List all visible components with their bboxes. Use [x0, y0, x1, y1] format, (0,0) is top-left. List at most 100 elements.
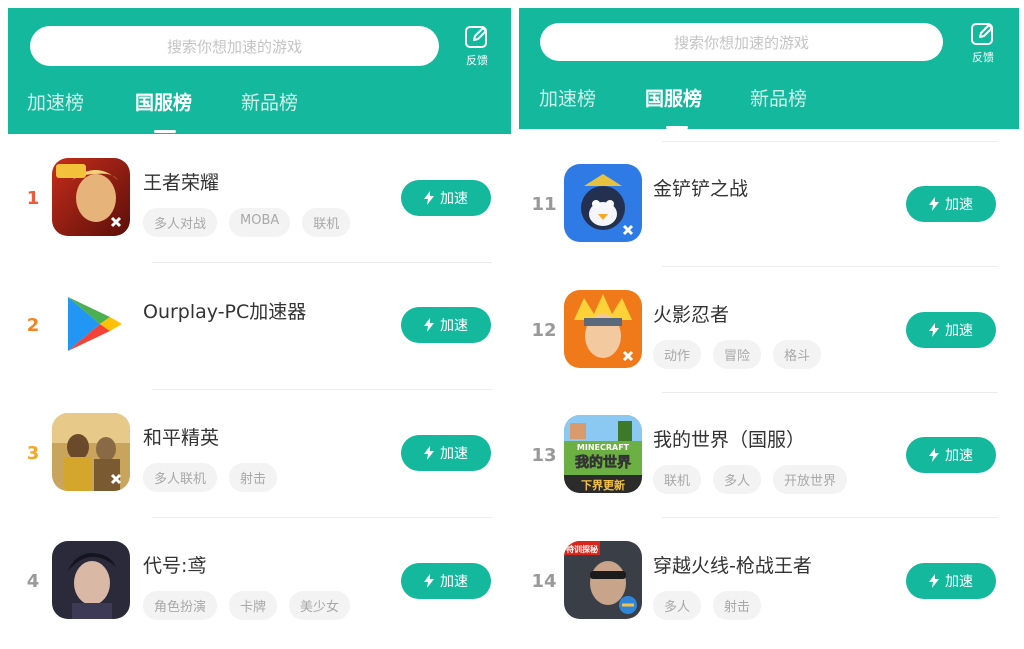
game-title: 代号:鸢 — [143, 555, 207, 577]
search-input[interactable]: 搜索你想加速的游戏 — [30, 26, 439, 66]
lightning-icon — [424, 574, 434, 588]
naruto-icon — [564, 290, 642, 368]
code-yuan-icon — [52, 541, 130, 619]
accelerate-button[interactable]: 加速 — [401, 307, 491, 343]
game-title: 火影忍者 — [653, 304, 730, 326]
lightning-icon — [929, 448, 939, 462]
accelerate-button[interactable]: 加速 — [906, 186, 996, 222]
edit-icon — [971, 23, 993, 45]
right-panel: 搜索你想加速的游戏 反馈 加速榜 国服榜 新品榜 11 金铲铲之战 加速 12 … — [512, 0, 1024, 649]
icon-caption: 特训探秘 — [566, 544, 598, 554]
tag: 多人对战 — [143, 208, 218, 237]
accelerate-button[interactable]: 加速 — [401, 435, 491, 471]
rank-number: 1 — [26, 188, 40, 209]
lightning-icon — [424, 446, 434, 460]
list-item[interactable]: 14 特训探秘 穿越火线-枪战王者 多人 射击 加速 — [512, 521, 1024, 641]
tab-new-rank[interactable]: 新品榜 — [750, 84, 807, 111]
list-item[interactable]: 1 王者荣耀 多人对战 MOBA 联机 加速 — [0, 138, 512, 258]
game-title: 穿越火线-枪战王者 — [653, 555, 812, 577]
game-title: 和平精英 — [143, 427, 220, 449]
button-label: 加速 — [945, 323, 973, 339]
tag: 多人联机 — [143, 463, 218, 492]
button-label: 加速 — [440, 446, 468, 462]
active-tab-indicator — [154, 130, 176, 133]
tag-list: 联机 多人 开放世界 — [653, 465, 848, 494]
left-panel: 搜索你想加速的游戏 反馈 加速榜 国服榜 新品榜 1 王者荣耀 多人对战 MOB… — [0, 0, 512, 649]
rank-number: 14 — [531, 571, 557, 592]
button-label: 加速 — [945, 448, 973, 464]
feedback-button[interactable]: 反馈 — [963, 21, 1003, 65]
lightning-icon — [929, 197, 939, 211]
icon-caption: MINECRAFT — [577, 443, 630, 452]
tab-cn-rank[interactable]: 国服榜 — [135, 88, 192, 115]
tag: 格斗 — [773, 340, 822, 369]
list-item[interactable]: 4 代号:鸢 角色扮演 卡牌 美少女 加速 — [0, 521, 512, 641]
crossfire-icon: 特训探秘 — [564, 541, 642, 619]
accelerate-button[interactable]: 加速 — [906, 312, 996, 348]
tag: 动作 — [653, 340, 702, 369]
list-item[interactable]: 3 和平精英 多人联机 射击 加速 — [0, 393, 512, 513]
tab-speed-rank[interactable]: 加速榜 — [539, 84, 596, 111]
tag: MOBA — [229, 208, 291, 237]
game-title: 我的世界（国服） — [653, 429, 806, 451]
header: 搜索你想加速的游戏 反馈 加速榜 国服榜 新品榜 — [8, 8, 511, 134]
list-item[interactable]: 12 火影忍者 动作 冒险 格斗 加速 — [512, 270, 1024, 390]
tag: 卡牌 — [229, 591, 278, 620]
list-item[interactable]: 2 Ourplay-PC加速器 加速 — [0, 265, 512, 385]
accelerate-button[interactable]: 加速 — [401, 180, 491, 216]
tag: 角色扮演 — [143, 591, 218, 620]
list-item[interactable]: 11 金铲铲之战 加速 — [512, 144, 1024, 264]
button-label: 加速 — [440, 191, 468, 207]
icon-caption: 下界更新 — [581, 478, 625, 492]
lightning-icon — [424, 318, 434, 332]
tag: 联机 — [302, 208, 351, 237]
rank-number: 11 — [531, 194, 557, 215]
edit-icon — [465, 26, 487, 48]
tag-list: 动作 冒险 格斗 — [653, 340, 822, 369]
tag: 美少女 — [289, 591, 351, 620]
game-title: 金铲铲之战 — [653, 178, 749, 200]
tag: 射击 — [229, 463, 278, 492]
tag: 开放世界 — [773, 465, 848, 494]
search-input[interactable]: 搜索你想加速的游戏 — [540, 23, 943, 61]
active-tab-indicator — [666, 126, 688, 129]
button-label: 加速 — [945, 197, 973, 213]
tag: 联机 — [653, 465, 702, 494]
divider — [662, 266, 998, 267]
tag-list: 多人对战 MOBA 联机 — [143, 208, 351, 237]
tag: 多人 — [653, 591, 702, 620]
game-title: 王者荣耀 — [143, 172, 220, 194]
divider — [152, 389, 492, 390]
minecraft-icon: MINECRAFT 我的世界 下界更新 — [564, 415, 642, 493]
accelerate-button[interactable]: 加速 — [906, 437, 996, 473]
divider — [152, 517, 492, 518]
tag: 冒险 — [713, 340, 762, 369]
tab-speed-rank[interactable]: 加速榜 — [27, 88, 84, 115]
divider — [152, 262, 492, 263]
tab-cn-rank[interactable]: 国服榜 — [645, 84, 702, 111]
feedback-button[interactable]: 反馈 — [457, 24, 497, 68]
tag-list: 角色扮演 卡牌 美少女 — [143, 591, 351, 620]
divider — [662, 517, 998, 518]
rank-number: 4 — [26, 571, 40, 592]
accelerate-button[interactable]: 加速 — [401, 563, 491, 599]
rank-number: 2 — [26, 315, 40, 336]
icon-caption: 我的世界 — [575, 454, 632, 471]
tag: 射击 — [713, 591, 762, 620]
peacekeeper-elite-icon — [52, 413, 130, 491]
lightning-icon — [929, 323, 939, 337]
rank-number: 3 — [26, 443, 40, 464]
game-title: Ourplay-PC加速器 — [143, 301, 307, 323]
button-label: 加速 — [945, 574, 973, 590]
feedback-label: 反馈 — [466, 54, 488, 67]
tab-new-rank[interactable]: 新品榜 — [241, 88, 298, 115]
tag: 多人 — [713, 465, 762, 494]
google-play-icon — [52, 285, 130, 363]
header: 搜索你想加速的游戏 反馈 加速榜 国服榜 新品榜 — [519, 8, 1019, 129]
list-item[interactable]: 13 MINECRAFT 我的世界 下界更新 我的世界（国服） 联机 多人 开放… — [512, 395, 1024, 515]
honor-of-kings-icon — [52, 158, 130, 236]
rank-number: 13 — [531, 445, 557, 466]
accelerate-button[interactable]: 加速 — [906, 563, 996, 599]
rank-number: 12 — [531, 320, 557, 341]
tag-list: 多人 射击 — [653, 591, 762, 620]
